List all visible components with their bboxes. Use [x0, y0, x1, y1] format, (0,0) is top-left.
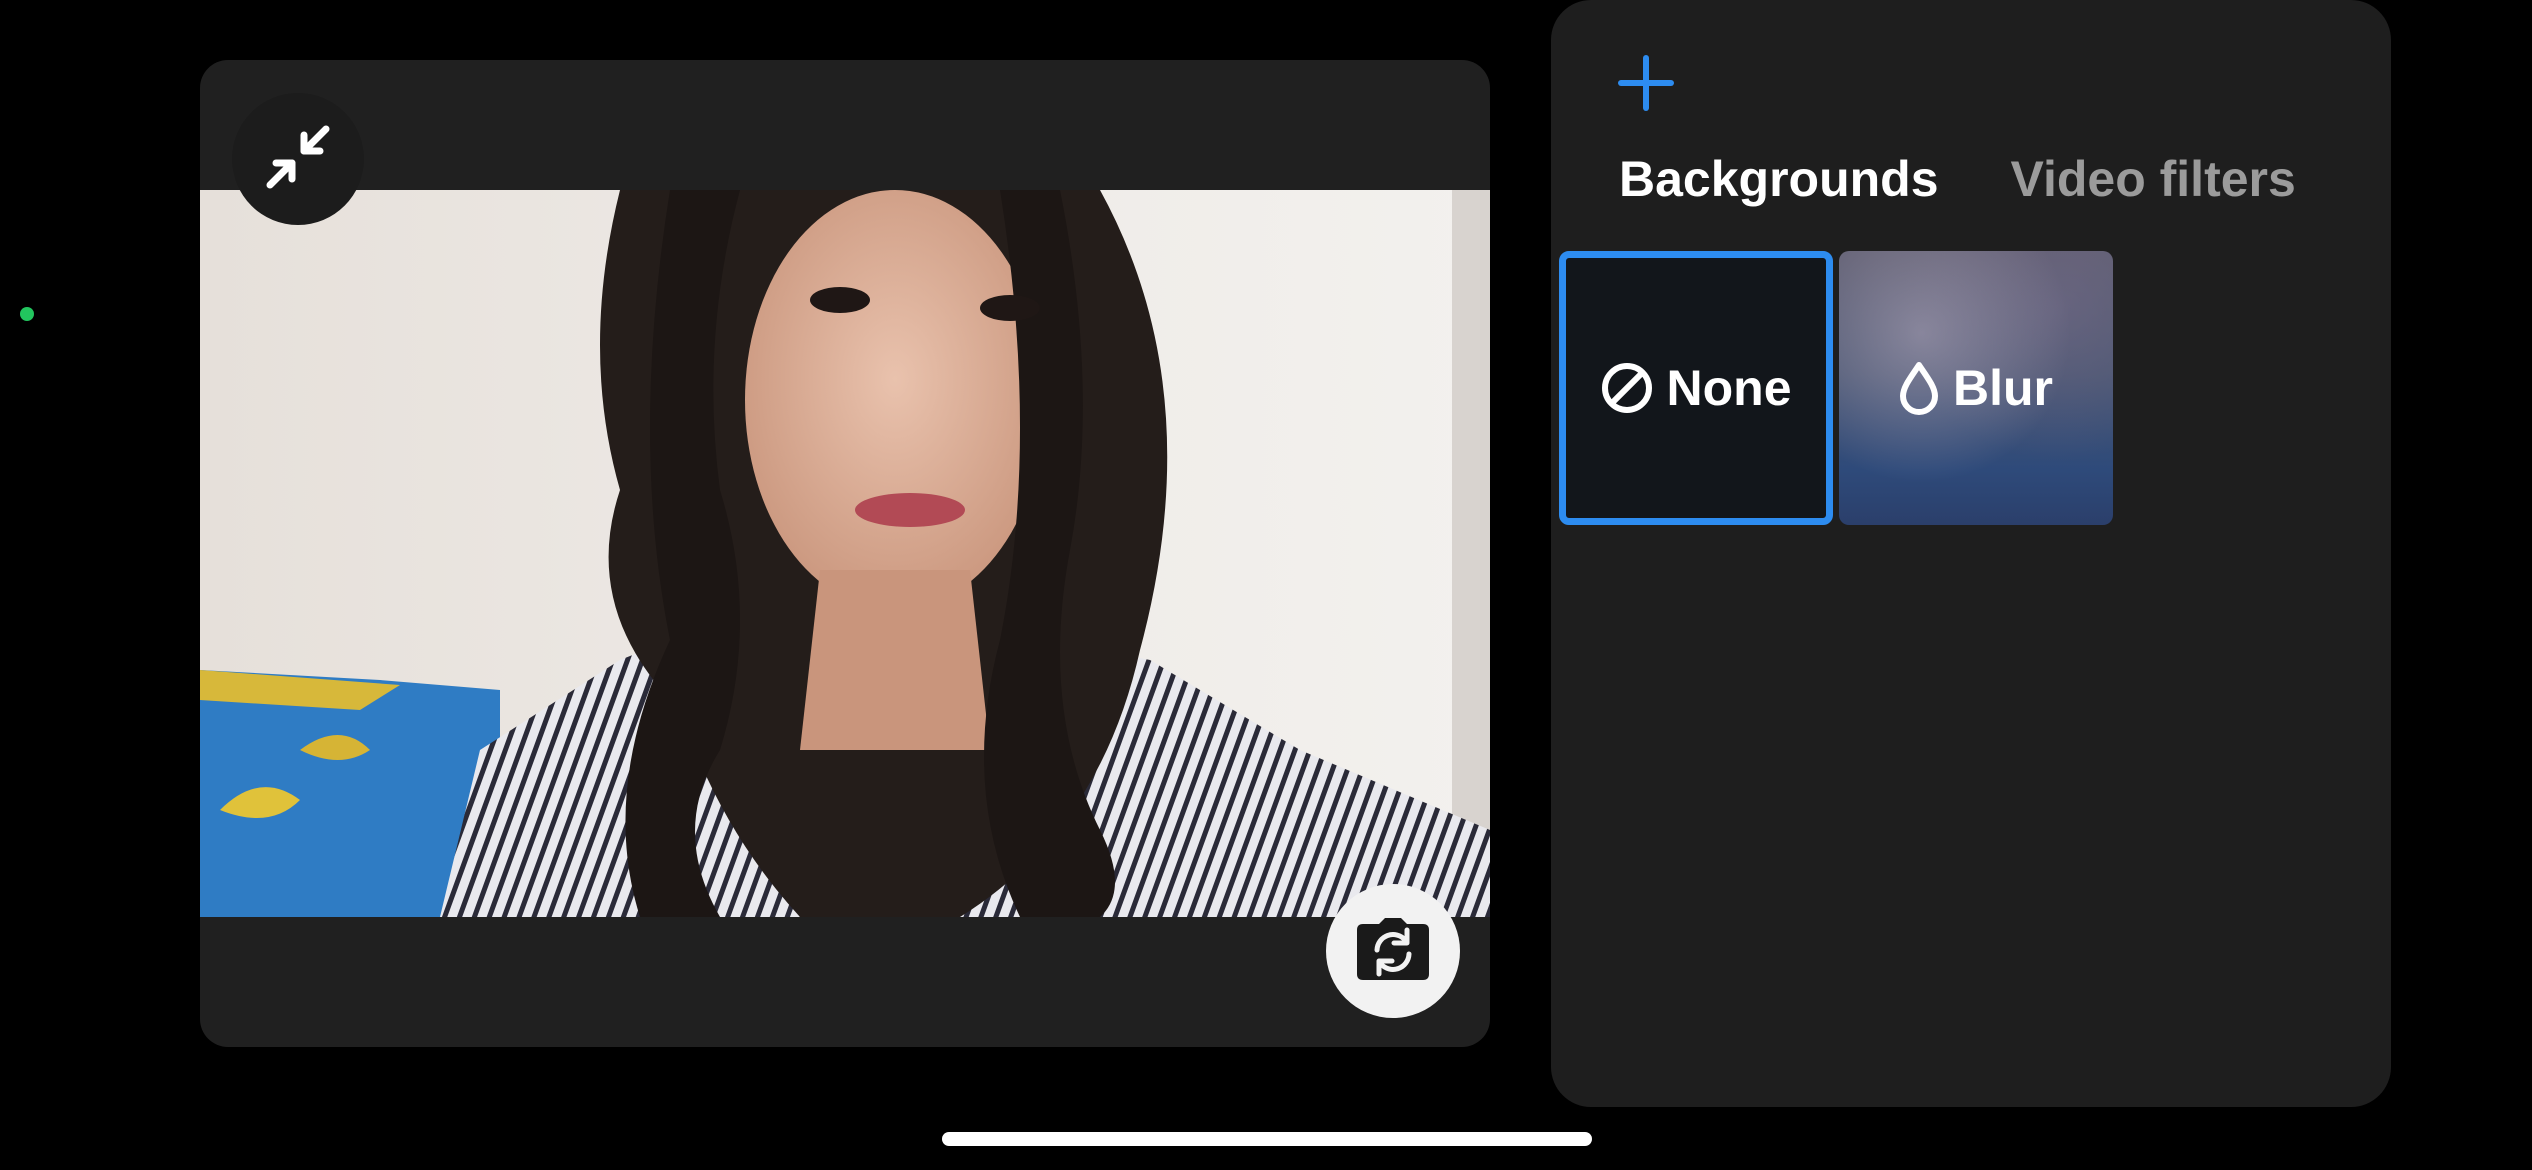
camera-switch-icon	[1355, 916, 1431, 987]
camera-video-feed	[200, 190, 1490, 917]
background-option-label: None	[1666, 360, 1792, 416]
tab-video-filters[interactable]: Video filters	[2011, 150, 2296, 208]
prohibited-icon	[1601, 362, 1653, 414]
tab-backgrounds[interactable]: Backgrounds	[1619, 150, 1939, 208]
background-option-blur[interactable]: Blur	[1839, 251, 2113, 525]
status-dot	[20, 307, 34, 321]
background-options: None Blur	[1559, 251, 2113, 525]
background-option-none[interactable]: None	[1559, 251, 1833, 525]
home-indicator[interactable]	[942, 1132, 1592, 1146]
switch-camera-button[interactable]	[1326, 884, 1460, 1018]
video-image	[200, 190, 1490, 917]
plus-icon	[1618, 54, 1674, 116]
droplet-icon	[1899, 361, 1939, 415]
background-option-label: Blur	[1953, 360, 2053, 416]
collapse-button[interactable]	[232, 93, 364, 225]
effects-tabs: Backgrounds Video filters	[1619, 150, 2296, 208]
collapse-arrows-icon	[262, 121, 334, 198]
camera-preview-panel	[200, 60, 1490, 1047]
effects-panel: Backgrounds Video filters None Blur	[1551, 0, 2391, 1107]
add-background-button[interactable]	[1611, 50, 1681, 120]
